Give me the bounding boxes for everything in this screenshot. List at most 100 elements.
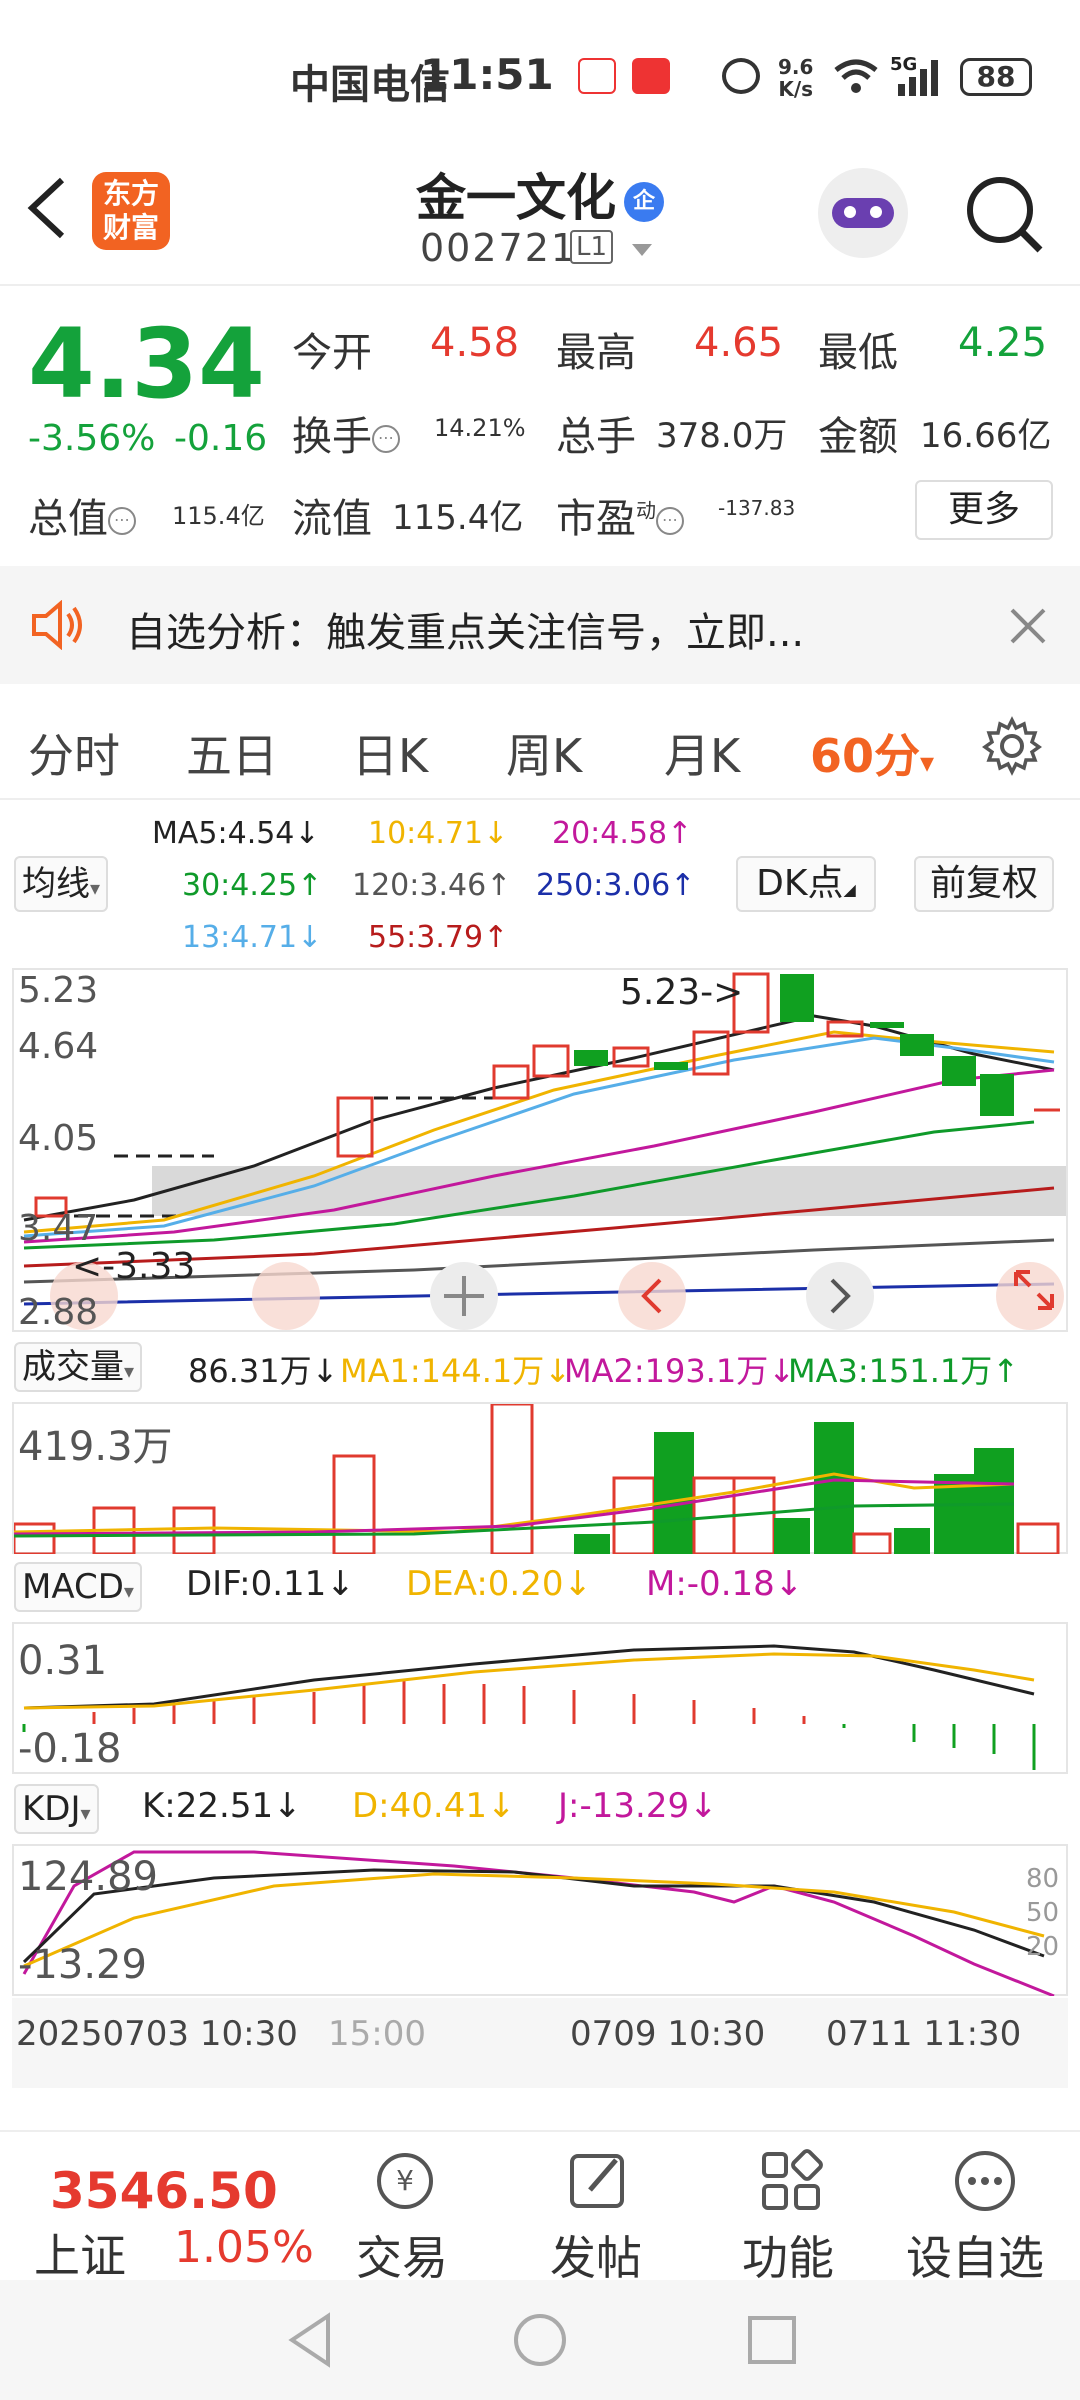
macd-dif: DIF:0.11↓: [186, 1564, 355, 1604]
y-label-4: 3.47: [18, 1208, 99, 1249]
y-label-min: 2.88: [18, 1292, 99, 1333]
float-value: 115.4亿: [392, 498, 524, 538]
tab-five-day[interactable]: 五日: [186, 720, 278, 786]
bottom-nav: 3546.50 上证 1.05% ¥ 交易 发帖 功能 设自选: [0, 2130, 1080, 2285]
more-dots-icon[interactable]: [950, 2146, 1020, 2216]
dk-point-button[interactable]: DK点◢: [736, 856, 876, 912]
max-price-annotation: 5.23->: [620, 972, 744, 1013]
kdj-selector[interactable]: KDJ▾: [14, 1784, 99, 1834]
nav-function[interactable]: 功能: [742, 2222, 834, 2288]
svg-text:¥: ¥: [396, 2164, 414, 2197]
system-nav-bar: [0, 2280, 1080, 2400]
info-icon[interactable]: ⋯: [656, 507, 684, 535]
enterprise-badge: 企: [624, 181, 664, 222]
tab-60min[interactable]: 60分▾: [810, 720, 934, 786]
close-icon[interactable]: [1010, 608, 1046, 644]
kdj-chart[interactable]: 124.89 -13.29 80 50 20: [12, 1844, 1068, 1996]
kdj-d: D:40.41↓: [352, 1786, 516, 1826]
open-label: 今开: [292, 330, 372, 376]
low-label: 最低: [818, 330, 898, 376]
kdj-level-20: 20: [1026, 1932, 1060, 1962]
function-grid-icon[interactable]: [756, 2146, 826, 2216]
macd-y-bottom: -0.18: [18, 1726, 122, 1772]
nav-trade[interactable]: 交易: [356, 2222, 448, 2288]
back-nav-icon[interactable]: [282, 2310, 342, 2370]
volume-ma2: MA2:193.1万↓: [564, 1352, 796, 1390]
open-value: 4.58: [430, 320, 520, 366]
tab-intraday[interactable]: 分时: [28, 720, 120, 786]
time-label-2: 0709 10:30: [570, 2014, 766, 2054]
volume-value: 378.0万: [656, 416, 788, 456]
current-price: 4.34: [28, 308, 265, 420]
turnover-value: 14.21%: [434, 414, 526, 442]
kdj-y-top: 124.89: [18, 1854, 158, 1900]
signal-icon: [898, 60, 938, 96]
restore-button[interactable]: 前复权: [914, 856, 1054, 912]
volume-y-max: 419.3万: [18, 1424, 173, 1470]
ma250-label: 250:3.06↑: [536, 868, 696, 903]
index-change: 1.05%: [174, 2222, 314, 2273]
robot-assistant-icon[interactable]: [818, 168, 908, 258]
wifi-icon: [834, 59, 878, 93]
more-button[interactable]: 更多: [915, 480, 1053, 540]
nav-post[interactable]: 发帖: [550, 2222, 642, 2288]
tab-monthly-k[interactable]: 月K: [664, 720, 740, 786]
stock-name: 金一文化企: [0, 158, 1080, 230]
market-level-tag[interactable]: L1: [570, 230, 614, 264]
high-label: 最高: [556, 330, 636, 376]
mktcap-value: 115.4亿: [172, 502, 265, 530]
ma-selector[interactable]: 均线▾: [14, 856, 109, 912]
ma55-label: 55:3.79↑: [368, 920, 509, 955]
high-value: 4.65: [694, 320, 784, 366]
ma20-label: 20:4.58↑: [552, 816, 693, 851]
float-label: 流值: [292, 496, 372, 542]
app-notification-icon: [578, 58, 616, 94]
volume-selector[interactable]: 成交量▾: [14, 1342, 143, 1392]
macd-dea: DEA:0.20↓: [406, 1564, 592, 1604]
macd-m: M:-0.18↓: [646, 1564, 804, 1604]
kdj-svg: [22, 1850, 1055, 1996]
stock-code: 002721: [420, 226, 578, 270]
kdj-y-bottom: -13.29: [18, 1942, 147, 1988]
time-axis: 20250703 10:30 15:00 0709 10:30 0711 11:…: [12, 1998, 1068, 2088]
macd-selector[interactable]: MACD▾: [14, 1562, 142, 1612]
network-speed: 9.6 K/s: [778, 55, 814, 101]
amount-value: 16.66亿: [920, 416, 1052, 456]
low-value: 4.25: [958, 320, 1048, 366]
mktcap-label: 总值 ⋯: [28, 486, 136, 544]
ma10-label: 10:4.71↓: [368, 816, 509, 851]
speaker-icon: [32, 600, 82, 650]
y-label-max: 5.23: [18, 970, 99, 1011]
volume-chart[interactable]: 419.3万: [12, 1402, 1068, 1554]
kdj-level-50: 50: [1026, 1898, 1060, 1928]
edit-post-icon[interactable]: [564, 2146, 634, 2216]
min-price-annotation: <-3.33: [72, 1246, 196, 1287]
chevron-down-icon[interactable]: [630, 242, 654, 258]
index-widget[interactable]: 3546.50 上证 1.05%: [20, 2142, 320, 2283]
tab-weekly-k[interactable]: 周K: [506, 720, 582, 786]
notice-bar[interactable]: 自选分析：触发重点关注信号，立即...: [0, 566, 1080, 684]
home-nav-icon[interactable]: [510, 2310, 570, 2370]
alarm-icon: [722, 58, 760, 94]
volume-current: 86.31万↓: [188, 1352, 339, 1390]
clock: 11:51: [420, 50, 554, 99]
recents-nav-icon[interactable]: [742, 2310, 802, 2370]
stock-header: 东方 财富 金一文化企 002721 L1: [0, 150, 1080, 286]
search-icon[interactable]: [962, 172, 1046, 256]
notice-text: 自选分析：触发重点关注信号，立即...: [126, 610, 805, 656]
settings-gear-icon[interactable]: [982, 716, 1042, 776]
pe-value: -137.83: [718, 496, 796, 520]
kdj-j: J:-13.29↓: [558, 1786, 718, 1826]
change-amount: -0.16: [174, 418, 268, 459]
app-notification-icon-2: [632, 58, 670, 94]
macd-chart[interactable]: 0.31 -0.18: [12, 1622, 1068, 1774]
info-icon[interactable]: ⋯: [372, 425, 400, 453]
change-percent: -3.56%: [28, 418, 156, 459]
info-icon[interactable]: ⋯: [108, 507, 136, 535]
status-bar: 中国电信 11:51 9.6 K/s 5G 88: [0, 0, 1080, 150]
nav-add-watch[interactable]: 设自选: [906, 2222, 1044, 2288]
fullscreen-icon[interactable]: [1012, 1268, 1056, 1312]
kline-chart[interactable]: 5.23 4.64 4.05 3.47 2.88 5.23-> <-3.33: [12, 968, 1068, 1333]
tab-daily-k[interactable]: 日K: [352, 720, 428, 786]
trade-icon[interactable]: ¥: [370, 2146, 440, 2216]
